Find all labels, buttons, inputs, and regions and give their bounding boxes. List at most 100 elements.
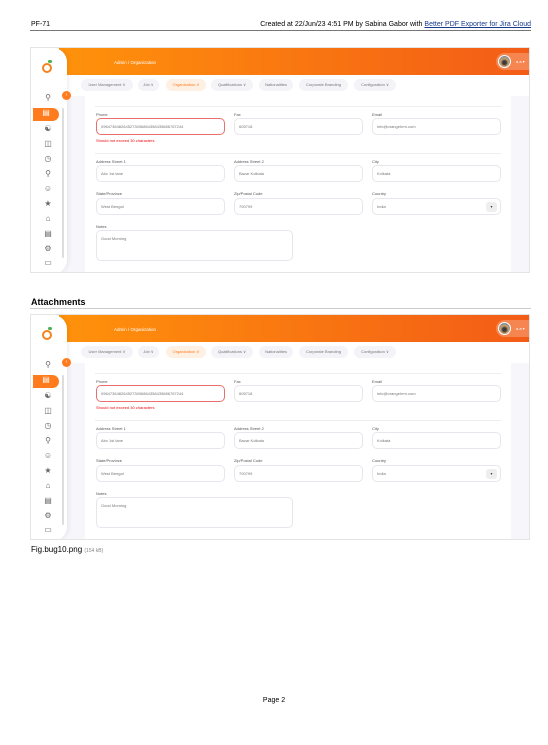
street2-input[interactable]: Bazar Kolkata: [234, 165, 363, 182]
screenshot-embedded: Admin / Organization a a ▾ User Manageme…: [30, 47, 530, 273]
dashboard-icon[interactable]: ⌂: [43, 214, 53, 224]
phone-input[interactable]: 0964736482645273006864358435686767244: [96, 118, 225, 135]
created-info: Created at 22/Jun/23 4:51 PM by Sabina G…: [260, 21, 531, 28]
divider: [95, 373, 501, 374]
zip-input[interactable]: 700799: [234, 465, 363, 482]
recruitment-icon[interactable]: ⚲: [43, 436, 53, 446]
leave-icon[interactable]: ◫: [43, 406, 53, 416]
notes-label: Notes: [96, 491, 107, 496]
performance-icon[interactable]: ★: [43, 199, 53, 209]
exporter-link[interactable]: Better PDF Exporter for Jira Cloud: [424, 21, 531, 28]
search-icon[interactable]: ⚲: [43, 93, 53, 103]
performance-icon[interactable]: ★: [43, 466, 53, 476]
fax-input[interactable]: 605718: [234, 385, 363, 402]
admin-icon[interactable]: ▤: [33, 375, 59, 388]
attachment-filename[interactable]: Fig.bug10.png: [31, 545, 82, 554]
phone-input[interactable]: 0964736482645273006864358435686767244: [96, 385, 225, 402]
tab-qualifications[interactable]: Qualifications ∨: [211, 346, 253, 358]
email-input[interactable]: info@orangehrm.com: [372, 118, 501, 135]
breadcrumb: Admin / Organization: [114, 327, 157, 332]
pim-icon[interactable]: ☯: [43, 124, 53, 134]
tab-nationalities[interactable]: Nationalities: [259, 346, 293, 358]
sidebar-scrollbar[interactable]: [62, 108, 64, 258]
email-label: Email: [372, 379, 383, 384]
user-dropdown[interactable]: a a ▾: [496, 53, 529, 70]
tab-qualifications[interactable]: Qualifications ∨: [211, 79, 253, 91]
attachment-screenshot: Admin / Organization a a ▾ User Manageme…: [30, 314, 530, 540]
maintenance-icon[interactable]: ⚙: [43, 511, 53, 521]
attachment-size: (154 kB): [84, 548, 104, 554]
street1-label: Address Street 1: [96, 159, 126, 164]
directory-icon[interactable]: ▤: [43, 496, 53, 506]
chevron-down-icon[interactable]: ▾: [486, 202, 497, 212]
tab-organization[interactable]: Organization ∨: [166, 79, 206, 91]
phone-label: Phone: [96, 112, 108, 117]
country-select[interactable]: India ▾: [372, 465, 501, 482]
tab-user-management[interactable]: User Management ∨: [81, 79, 133, 91]
city-label: City: [372, 426, 379, 431]
tab-nationalities[interactable]: Nationalities: [259, 79, 293, 91]
country-select[interactable]: India ▾: [372, 198, 501, 215]
tab-job[interactable]: Job ∨: [138, 79, 159, 91]
contact-form-card: Phone 0964736482645273006864358435686767…: [85, 96, 511, 272]
breadcrumb: Admin / Organization: [114, 60, 157, 65]
divider: [95, 420, 501, 421]
dashboard-icon[interactable]: ⌂: [43, 481, 53, 491]
fax-label: Fax: [234, 379, 241, 384]
state-label: State/Province: [96, 458, 123, 463]
tab-corporate-branding[interactable]: Corporate Branding: [299, 346, 348, 358]
contact-form-card: Phone 0964736482645273006864358435686767…: [85, 363, 511, 539]
pim-icon[interactable]: ☯: [43, 391, 53, 401]
sidebar-scrollbar[interactable]: [62, 375, 64, 525]
header-divider: [30, 30, 531, 31]
zip-input[interactable]: 700799: [234, 198, 363, 215]
maintenance-icon[interactable]: ⚙: [43, 244, 53, 254]
leave-icon[interactable]: ◫: [43, 139, 53, 149]
fax-input[interactable]: 605718: [234, 118, 363, 135]
tab-user-management[interactable]: User Management ∨: [81, 346, 133, 358]
state-input[interactable]: West Bengal: [96, 465, 225, 482]
search-icon[interactable]: ⚲: [43, 360, 53, 370]
page-number: Page 2: [262, 697, 286, 704]
time-icon[interactable]: ◷: [43, 421, 53, 431]
city-input[interactable]: Kolkata: [372, 432, 501, 449]
user-name: a a ▾: [516, 59, 525, 64]
claim-icon[interactable]: ▭: [43, 258, 53, 268]
notes-textarea[interactable]: Good Morning: [96, 230, 293, 261]
zip-label: Zip/Postal Code: [234, 458, 263, 463]
my-info-icon[interactable]: ☺: [43, 451, 53, 461]
tab-organization[interactable]: Organization ∨: [166, 346, 206, 358]
street2-input[interactable]: Bazar Kolkata: [234, 432, 363, 449]
notes-textarea[interactable]: Good Morning: [96, 497, 293, 528]
divider: [95, 106, 501, 107]
my-info-icon[interactable]: ☺: [43, 184, 53, 194]
avatar: [498, 55, 511, 68]
attachment-caption: Fig.bug10.png (154 kB): [31, 545, 103, 554]
user-dropdown[interactable]: a a ▾: [496, 320, 529, 337]
email-input[interactable]: info@orangehrm.com: [372, 385, 501, 402]
tab-job[interactable]: Job ∨: [138, 346, 159, 358]
state-input[interactable]: West Bengal: [96, 198, 225, 215]
city-input[interactable]: Kolkata: [372, 165, 501, 182]
user-name: a a ▾: [516, 326, 525, 331]
attachments-divider: [30, 308, 531, 309]
orangehrm-logo-icon: [42, 60, 52, 73]
city-label: City: [372, 159, 379, 164]
tab-configuration[interactable]: Configuration ∨: [354, 79, 396, 91]
recruitment-icon[interactable]: ⚲: [43, 169, 53, 179]
street1-input[interactable]: Abc 1st lane: [96, 165, 225, 182]
phone-error: Should not exceed 30 characters: [96, 138, 155, 143]
time-icon[interactable]: ◷: [43, 154, 53, 164]
street1-input[interactable]: Abc 1st lane: [96, 432, 225, 449]
email-label: Email: [372, 112, 383, 117]
sidebar-toggle-button[interactable]: ›: [62, 358, 71, 367]
sidebar-toggle-button[interactable]: ›: [62, 91, 71, 100]
tab-configuration[interactable]: Configuration ∨: [354, 346, 396, 358]
admin-icon[interactable]: ▤: [33, 108, 59, 121]
directory-icon[interactable]: ▤: [43, 229, 53, 239]
tab-bar: User Management ∨ Job ∨ Organization ∨ Q…: [59, 75, 529, 96]
chevron-down-icon[interactable]: ▾: [486, 469, 497, 479]
created-text: Created at 22/Jun/23 4:51 PM by Sabina G…: [260, 21, 425, 28]
tab-corporate-branding[interactable]: Corporate Branding: [299, 79, 348, 91]
claim-icon[interactable]: ▭: [43, 525, 53, 535]
